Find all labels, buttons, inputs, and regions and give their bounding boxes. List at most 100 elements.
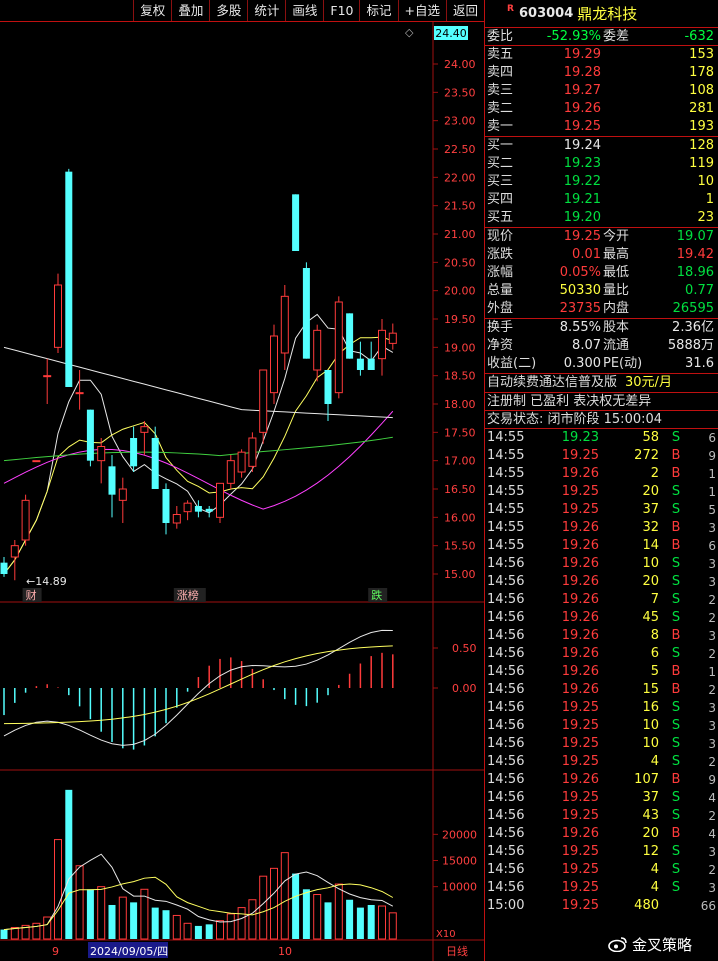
date-label: 10 bbox=[278, 945, 292, 958]
volume-bar bbox=[259, 875, 268, 940]
price-tick-label: 22.00 bbox=[444, 171, 476, 184]
tick-volume: 4 bbox=[650, 880, 659, 895]
tick-side: B bbox=[671, 664, 681, 679]
level-label: 卖一 bbox=[487, 119, 514, 134]
sell-level-row[interactable]: 卖三 19.27 108 bbox=[485, 82, 718, 100]
tick-time: 14:56 bbox=[487, 808, 525, 823]
tick-price: 19.25 bbox=[561, 718, 599, 733]
notice-line-2: 注册制 已盈利 表决权无差异 bbox=[485, 393, 718, 411]
volume-tick-label: 15000 bbox=[442, 855, 477, 868]
macd-panel: 0.50 0.00 bbox=[3, 629, 477, 750]
draw-line-button[interactable]: 画线 bbox=[285, 0, 323, 21]
tick-side: B bbox=[671, 520, 681, 535]
tick-volume: 107 bbox=[634, 772, 659, 787]
weibi-row: 委比 -52.93% 委差 -632 bbox=[485, 28, 718, 46]
tick-side: B bbox=[671, 826, 681, 841]
buy-level-row[interactable]: 买五 19.20 23 bbox=[485, 209, 718, 227]
tick-row: 14:56 19.25 4 S 2 bbox=[485, 861, 718, 879]
date-label: 9 bbox=[52, 945, 59, 958]
tick-price: 19.25 bbox=[561, 448, 599, 463]
sell-level-row[interactable]: 卖五 19.29 153 bbox=[485, 46, 718, 64]
tick-count: 6 bbox=[708, 539, 716, 553]
buy-level-row[interactable]: 买二 19.23 119 bbox=[485, 155, 718, 173]
notice-line-1[interactable]: 自动续费通达信普及版 30元/月 bbox=[485, 374, 718, 392]
tick-count: 3 bbox=[708, 845, 716, 859]
level-volume: 193 bbox=[689, 119, 714, 134]
stock-code: 603004 bbox=[519, 6, 574, 21]
candle bbox=[302, 262, 310, 359]
price-tick-label: 15.50 bbox=[444, 540, 476, 553]
buy-level-row[interactable]: 买一 19.24 128 bbox=[485, 137, 718, 155]
sell-level-row[interactable]: 卖一 19.25 193 bbox=[485, 118, 718, 136]
sell-level-row[interactable]: 卖二 19.26 281 bbox=[485, 100, 718, 118]
tick-row: 14:56 19.26 20 B 4 bbox=[485, 825, 718, 843]
tick-price: 19.25 bbox=[561, 700, 599, 715]
tick-time: 14:56 bbox=[487, 628, 525, 643]
candle bbox=[21, 494, 30, 546]
tick-price: 19.26 bbox=[561, 682, 599, 697]
tick-count: 2 bbox=[708, 755, 716, 769]
low-marker-label: ←14.89 bbox=[26, 575, 67, 588]
notice-text: 自动续费通达信普及版 bbox=[487, 375, 618, 390]
tick-price: 19.26 bbox=[561, 772, 599, 787]
moving-average-lines bbox=[3, 313, 394, 575]
tick-row: 14:55 19.25 37 S 5 bbox=[485, 501, 718, 519]
tick-side: S bbox=[671, 592, 681, 607]
tick-price: 19.23 bbox=[561, 430, 599, 445]
candle bbox=[151, 426, 159, 489]
buy-level-row[interactable]: 买三 19.22 10 bbox=[485, 173, 718, 191]
kline-chart[interactable]: 24.00 23.50 23.00 22.50 22.00 21.50 21.00 20.50… bbox=[0, 22, 484, 961]
price-tick-label: 15.00 bbox=[444, 568, 476, 581]
date-axis: 9 2024/09/05/四 10 日线 bbox=[52, 942, 468, 958]
tick-count: 5 bbox=[708, 503, 716, 517]
macd-tick-label: 0.50 bbox=[452, 642, 477, 655]
level-price: 19.25 bbox=[563, 119, 601, 134]
tick-count: 9 bbox=[708, 449, 716, 463]
ma30-line bbox=[3, 346, 393, 419]
quote-label: 内盘 bbox=[603, 301, 630, 316]
toolbar: 复权 叠加 多股 统计 画线 F10 标记 +自选 返回 bbox=[0, 0, 484, 22]
tick-row: 14:56 19.26 20 S 3 bbox=[485, 573, 718, 591]
tick-count: 3 bbox=[708, 701, 716, 715]
tick-side: S bbox=[671, 844, 681, 859]
tick-time: 14:56 bbox=[487, 610, 525, 625]
sell-level-row[interactable]: 卖四 19.28 178 bbox=[485, 64, 718, 82]
price-tick-label: 16.00 bbox=[444, 511, 476, 524]
volume-bar bbox=[172, 914, 181, 940]
mark-button[interactable]: 标记 bbox=[359, 0, 397, 21]
volume-bar bbox=[205, 924, 213, 939]
volume-bar bbox=[270, 867, 278, 940]
tick-list[interactable]: 14:55 19.23 58 S 6 14:55 19.25 272 B 9 14:55 19.26 2… bbox=[485, 429, 718, 915]
fund-label: 股本 bbox=[603, 320, 630, 335]
back-button[interactable]: 返回 bbox=[445, 0, 484, 21]
buy-level-row[interactable]: 买四 19.21 1 bbox=[485, 191, 718, 209]
volume-bar bbox=[248, 899, 257, 940]
multi-stock-button[interactable]: 多股 bbox=[209, 0, 247, 21]
quote-label: 量比 bbox=[603, 283, 630, 298]
period-label: 日线 bbox=[446, 944, 468, 958]
overlay-button[interactable]: 叠加 bbox=[171, 0, 209, 21]
tick-volume: 20 bbox=[642, 826, 659, 841]
restore-rights-button[interactable]: 复权 bbox=[133, 0, 171, 21]
tick-side: S bbox=[671, 700, 681, 715]
price-tick-label: 17.50 bbox=[444, 426, 476, 439]
level-label: 买三 bbox=[487, 174, 514, 189]
quote-label: 今开 bbox=[603, 229, 630, 244]
level-price: 19.21 bbox=[563, 192, 601, 207]
diamond-icon[interactable]: ◇ bbox=[405, 26, 414, 39]
f10-button[interactable]: F10 bbox=[323, 0, 359, 21]
tick-side: B bbox=[671, 448, 681, 463]
statistics-button[interactable]: 统计 bbox=[247, 0, 285, 21]
add-watchlist-button[interactable]: +自选 bbox=[397, 0, 446, 21]
tick-side: S bbox=[671, 808, 681, 823]
level-volume: 108 bbox=[689, 83, 714, 98]
tick-volume: 8 bbox=[650, 628, 659, 643]
tick-volume: 37 bbox=[642, 790, 659, 805]
tick-volume: 272 bbox=[634, 448, 659, 463]
tick-count: 2 bbox=[708, 683, 716, 697]
tick-side: S bbox=[671, 754, 681, 769]
tick-count: 4 bbox=[708, 791, 716, 805]
tick-time: 14:55 bbox=[487, 448, 525, 463]
level-volume: 1 bbox=[705, 192, 714, 207]
quote-row: 外盘 23735 内盘 26595 bbox=[485, 300, 718, 318]
